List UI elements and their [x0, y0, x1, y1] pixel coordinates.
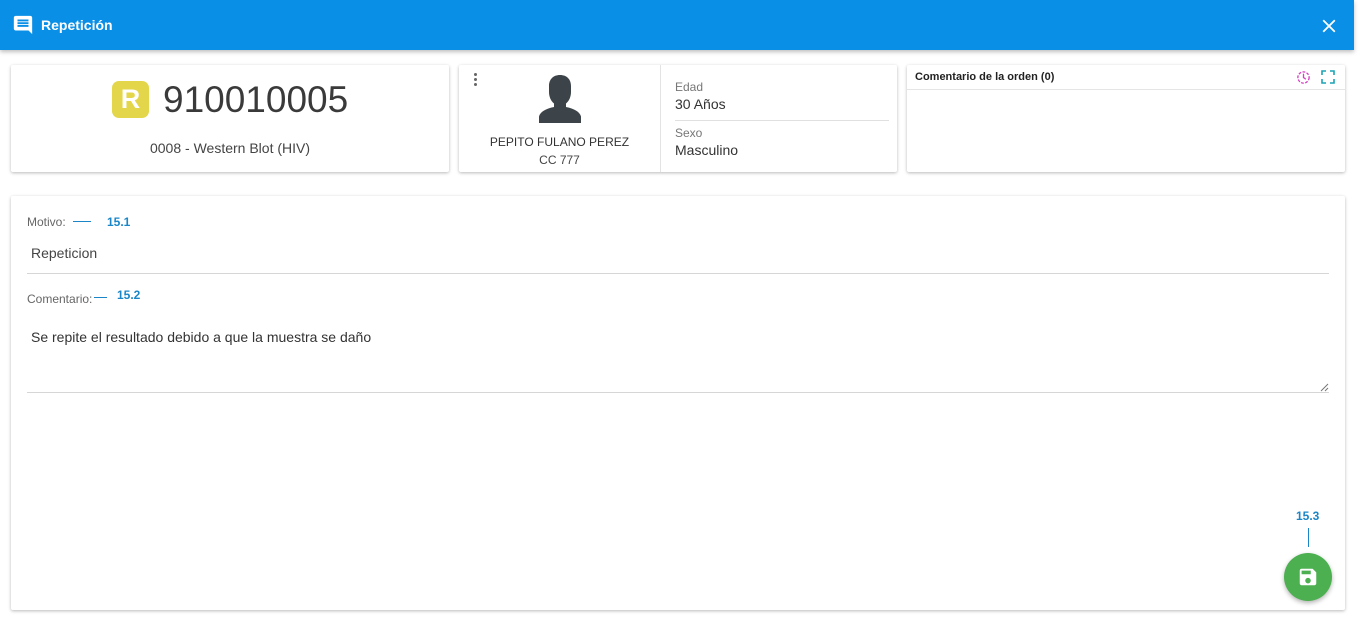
callout-line — [73, 221, 91, 222]
comentario-label: Comentario: — [27, 292, 93, 306]
sex-label: Sexo — [675, 126, 703, 140]
patient-name: PEPITO FULANO PEREZ — [489, 135, 630, 149]
comentario-textarea[interactable] — [27, 318, 1329, 393]
motivo-label: Motivo: — [27, 215, 66, 229]
history-icon[interactable] — [1296, 70, 1311, 85]
save-icon — [1299, 568, 1317, 586]
resize-handle-icon[interactable] — [1320, 383, 1329, 392]
patient-document: CC 777 — [539, 153, 580, 167]
callout-15-3: 15.3 — [1296, 509, 1320, 523]
order-comment-title: Comentario de la orden (0) — [915, 71, 1055, 83]
fullscreen-icon[interactable] — [1321, 70, 1335, 84]
comment-icon — [13, 15, 33, 35]
close-icon[interactable] — [1318, 15, 1340, 37]
divider — [907, 89, 1345, 90]
order-comment-card: Comentario de la orden (0) — [907, 65, 1345, 172]
repetition-badge: R — [112, 81, 149, 118]
divider — [27, 273, 1329, 274]
exam-name: 0008 - Western Blot (HIV) — [149, 140, 311, 156]
more-vert-icon[interactable] — [471, 73, 479, 89]
divider — [675, 120, 889, 121]
callout-15-1: 15.1 — [107, 215, 131, 229]
age-value: 30 Años — [675, 96, 726, 112]
callout-15-2: 15.2 — [117, 288, 141, 302]
save-button[interactable] — [1284, 553, 1332, 601]
repetition-form: Motivo: Repeticion Comentario: Se repite… — [11, 196, 1345, 610]
sex-value: Masculino — [675, 142, 739, 158]
patient-card: PEPITO FULANO PEREZ CC 777 Edad 30 Años … — [459, 65, 897, 172]
callout-line — [1308, 528, 1309, 547]
motivo-field[interactable]: Repeticion — [31, 245, 97, 261]
age-label: Edad — [675, 80, 704, 94]
dialog-title: Repetición — [41, 17, 113, 33]
order-card: R 910010005 0008 - Western Blot (HIV) — [11, 65, 449, 172]
dialog-header: Repetición — [0, 0, 1354, 50]
callout-line — [94, 297, 107, 298]
divider — [660, 65, 661, 172]
order-number: 910010005 — [163, 79, 349, 120]
user-avatar-icon — [539, 75, 581, 123]
